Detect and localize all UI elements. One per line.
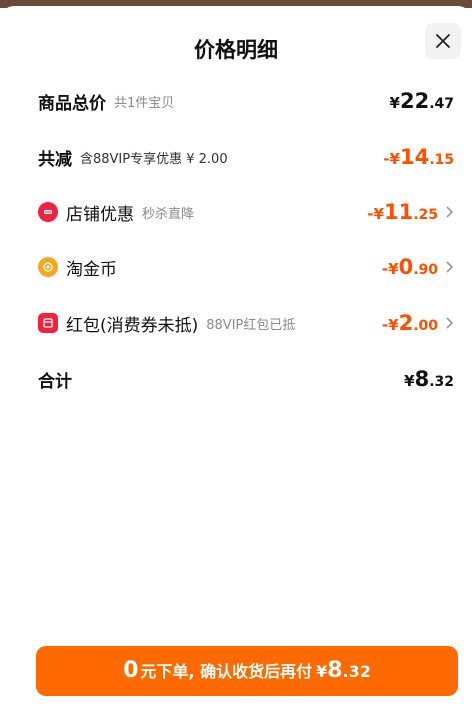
pay-button-text: 元下单, 确认收货后再付: [140, 662, 313, 681]
subtotal-row: 商品总价 共1件宝贝 ¥22.47: [38, 86, 454, 116]
pay-currency: ¥: [316, 662, 328, 681]
total-label: 合计: [38, 371, 72, 392]
pay-later-button[interactable]: 0 元下单, 确认收货后再付 ¥ 8 .32: [36, 646, 458, 696]
coin-label: 淘金币: [66, 259, 117, 280]
coin-amount: -¥ 0.90: [381, 255, 438, 279]
page-title: 价格明细: [194, 38, 278, 62]
discount-row: 共减 含88VIP专享优惠 ¥ 2.00 -¥ 14.15: [38, 142, 454, 172]
pay-later-dec: .32: [342, 662, 371, 681]
subtotal-amount: ¥22.47: [389, 89, 454, 113]
red-packet-row[interactable]: 红包(消费券未抵) 88VIP红包已抵 -¥ 2.00: [38, 308, 454, 338]
red-packet-amount: -¥ 2.00: [381, 311, 438, 335]
red-packet-label: 红包(消费券未抵): [66, 315, 199, 336]
subtotal-label: 商品总价: [38, 93, 106, 114]
red-packet-note: 88VIP红包已抵: [206, 317, 296, 333]
store-icon: [38, 202, 58, 222]
discount-amount: -¥ 14.15: [383, 145, 454, 169]
close-icon: [436, 34, 450, 48]
total-amount: ¥8.32: [404, 367, 454, 391]
pay-later-int: 8: [327, 658, 343, 683]
pay-now-amount: 0: [123, 658, 139, 683]
chevron-right-icon: [446, 261, 454, 273]
coin-icon: [38, 257, 58, 277]
store-discount-row[interactable]: 店铺优惠 秒杀直降 -¥ 11.25: [38, 197, 454, 227]
chevron-right-icon: [446, 206, 454, 218]
coin-row[interactable]: 淘金币 -¥ 0.90: [38, 252, 454, 282]
discount-label: 共减: [38, 149, 72, 170]
store-discount-note: 秒杀直降: [142, 206, 195, 222]
discount-note: 含88VIP专享优惠 ¥ 2.00: [80, 151, 228, 167]
store-discount-amount: -¥ 11.25: [367, 200, 438, 224]
subtotal-count: 共1件宝贝: [114, 95, 175, 111]
total-row: 合计 ¥8.32: [38, 364, 454, 394]
close-button[interactable]: [425, 23, 461, 59]
chevron-right-icon: [446, 317, 454, 329]
store-discount-label: 店铺优惠: [66, 204, 134, 225]
red-packet-icon: [38, 313, 58, 333]
